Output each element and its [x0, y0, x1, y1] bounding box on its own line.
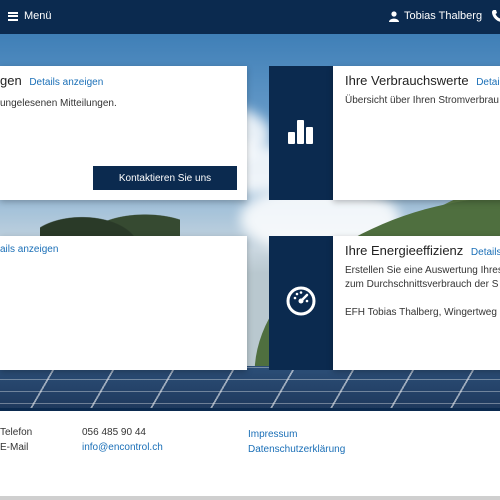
hamburger-icon — [8, 11, 18, 21]
phone-label: Telefon — [0, 427, 33, 438]
consumption-icon-column — [269, 66, 333, 200]
phone-number: 056 485 90 44 — [82, 427, 146, 438]
consumption-card-title: Ihre Verbrauchswerte — [345, 73, 469, 88]
top-navigation-bar: Menü Tobias Thalberg — [0, 0, 500, 34]
messages-text: ungelesenen Mitteilungen. — [0, 98, 117, 109]
solar-panels — [0, 366, 500, 408]
efficiency-text-line2: zum Durchschnittsverbrauch der S — [345, 279, 499, 290]
lower-left-details-link[interactable]: ails anzeigen — [0, 244, 58, 255]
footer-divider — [0, 408, 500, 411]
contact-us-button[interactable]: Kontaktieren Sie uns — [93, 166, 237, 190]
efficiency-card: Ihre Energieeffizienz Details a Erstelle… — [333, 236, 500, 370]
user-icon — [389, 10, 399, 22]
speedometer-icon — [286, 286, 316, 316]
phone-icon[interactable] — [491, 9, 500, 23]
building-name: EFH Tobias Thalberg, Wingertweg — [345, 307, 497, 318]
messages-details-link[interactable]: Details anzeigen — [29, 77, 103, 88]
privacy-policy-link[interactable]: Datenschutzerklärung — [248, 444, 345, 455]
efficiency-text-line1: Erstellen Sie eine Auswertung Ihres — [345, 265, 500, 276]
lower-left-card: ails anzeigen — [0, 236, 247, 370]
menu-label: Menü — [24, 10, 52, 22]
email-label: E-Mail — [0, 442, 29, 453]
bottom-border — [0, 496, 500, 500]
efficiency-card-title: Ihre Energieeffizienz — [345, 243, 464, 258]
email-link[interactable]: info@encontrol.ch — [82, 442, 163, 453]
consumption-text: Übersicht über Ihren Stromverbrau — [345, 95, 499, 106]
consumption-card: Ihre Verbrauchswerte Details Übersicht ü… — [333, 66, 500, 200]
impressum-link[interactable]: Impressum — [248, 429, 297, 440]
user-account-button[interactable]: Tobias Thalberg — [389, 10, 482, 22]
messages-card: gen Details anzeigen ungelesenen Mitteil… — [0, 66, 247, 200]
messages-card-title: gen — [0, 73, 22, 88]
menu-button[interactable]: Menü — [8, 10, 52, 22]
user-name: Tobias Thalberg — [404, 10, 483, 22]
consumption-details-link[interactable]: Details — [476, 77, 500, 88]
bar-chart-icon — [288, 120, 313, 144]
efficiency-details-link[interactable]: Details a — [471, 247, 500, 258]
efficiency-icon-column — [269, 236, 333, 370]
